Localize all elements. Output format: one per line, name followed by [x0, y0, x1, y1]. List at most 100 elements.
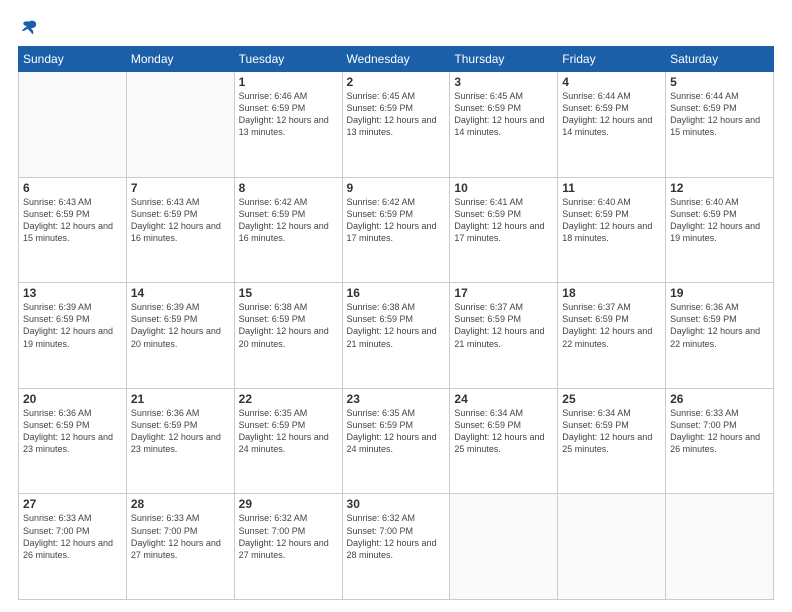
day-info: Sunrise: 6:40 AM Sunset: 6:59 PM Dayligh…	[562, 196, 661, 245]
day-info: Sunrise: 6:34 AM Sunset: 6:59 PM Dayligh…	[454, 407, 553, 456]
calendar-cell: 11Sunrise: 6:40 AM Sunset: 6:59 PM Dayli…	[558, 177, 666, 283]
day-number: 1	[239, 75, 338, 89]
day-number: 23	[347, 392, 446, 406]
day-info: Sunrise: 6:41 AM Sunset: 6:59 PM Dayligh…	[454, 196, 553, 245]
calendar-week-1: 6 Sunrise: 6:43 AM Sunset: 6:59 PM Daylig…	[19, 177, 774, 283]
day-number: 24	[454, 392, 553, 406]
calendar-cell: 16Sunrise: 6:38 AM Sunset: 6:59 PM Dayli…	[342, 283, 450, 389]
day-number: 13	[23, 286, 122, 300]
calendar-cell	[558, 494, 666, 600]
day-number: 16	[347, 286, 446, 300]
logo-bird-icon	[20, 18, 38, 36]
calendar-cell: 30Sunrise: 6:32 AM Sunset: 7:00 PM Dayli…	[342, 494, 450, 600]
day-number: 17	[454, 286, 553, 300]
calendar-cell: 24Sunrise: 6:34 AM Sunset: 6:59 PM Dayli…	[450, 388, 558, 494]
day-number: 20	[23, 392, 122, 406]
calendar-week-4: 27Sunrise: 6:33 AM Sunset: 7:00 PM Dayli…	[19, 494, 774, 600]
day-info: Sunrise: 6:42 AM Sunset: 6:59 PM Dayligh…	[347, 196, 446, 245]
calendar-cell: 28Sunrise: 6:33 AM Sunset: 7:00 PM Dayli…	[126, 494, 234, 600]
day-header-wednesday: Wednesday	[342, 47, 450, 72]
calendar-cell: 23Sunrise: 6:35 AM Sunset: 6:59 PM Dayli…	[342, 388, 450, 494]
day-info: Sunrise: 6:38 AM Sunset: 6:59 PM Dayligh…	[239, 301, 338, 350]
day-info: Sunrise: 6:42 AM Sunset: 6:59 PM Dayligh…	[239, 196, 338, 245]
day-number: 12	[670, 181, 769, 195]
calendar-cell: 1Sunrise: 6:46 AM Sunset: 6:59 PM Daylig…	[234, 72, 342, 178]
day-number: 2	[347, 75, 446, 89]
day-header-friday: Friday	[558, 47, 666, 72]
day-number: 25	[562, 392, 661, 406]
day-header-thursday: Thursday	[450, 47, 558, 72]
logo	[18, 18, 40, 36]
page: SundayMondayTuesdayWednesdayThursdayFrid…	[0, 0, 792, 612]
day-number: 6	[23, 181, 122, 195]
day-info: Sunrise: 6:32 AM Sunset: 7:00 PM Dayligh…	[347, 512, 446, 561]
header	[18, 18, 774, 36]
calendar-cell: 18Sunrise: 6:37 AM Sunset: 6:59 PM Dayli…	[558, 283, 666, 389]
calendar-cell	[19, 72, 127, 178]
day-info: Sunrise: 6:46 AM Sunset: 6:59 PM Dayligh…	[239, 90, 338, 139]
calendar-cell: 29Sunrise: 6:32 AM Sunset: 7:00 PM Dayli…	[234, 494, 342, 600]
day-info: Sunrise: 6:32 AM Sunset: 7:00 PM Dayligh…	[239, 512, 338, 561]
day-number: 10	[454, 181, 553, 195]
day-info: Sunrise: 6:37 AM Sunset: 6:59 PM Dayligh…	[454, 301, 553, 350]
calendar-week-0: 1Sunrise: 6:46 AM Sunset: 6:59 PM Daylig…	[19, 72, 774, 178]
day-info: Sunrise: 6:36 AM Sunset: 6:59 PM Dayligh…	[23, 407, 122, 456]
day-number: 29	[239, 497, 338, 511]
calendar-cell: 27Sunrise: 6:33 AM Sunset: 7:00 PM Dayli…	[19, 494, 127, 600]
day-number: 9	[347, 181, 446, 195]
calendar-cell: 8Sunrise: 6:42 AM Sunset: 6:59 PM Daylig…	[234, 177, 342, 283]
calendar-week-2: 13Sunrise: 6:39 AM Sunset: 6:59 PM Dayli…	[19, 283, 774, 389]
day-number: 26	[670, 392, 769, 406]
calendar-cell	[126, 72, 234, 178]
day-info: Sunrise: 6:39 AM Sunset: 6:59 PM Dayligh…	[23, 301, 122, 350]
day-info: Sunrise: 6:33 AM Sunset: 7:00 PM Dayligh…	[670, 407, 769, 456]
calendar-cell: 9Sunrise: 6:42 AM Sunset: 6:59 PM Daylig…	[342, 177, 450, 283]
calendar-cell: 20Sunrise: 6:36 AM Sunset: 6:59 PM Dayli…	[19, 388, 127, 494]
calendar-header-row: SundayMondayTuesdayWednesdayThursdayFrid…	[19, 47, 774, 72]
calendar-table: SundayMondayTuesdayWednesdayThursdayFrid…	[18, 46, 774, 600]
calendar-cell: 7Sunrise: 6:43 AM Sunset: 6:59 PM Daylig…	[126, 177, 234, 283]
day-info: Sunrise: 6:43 AM Sunset: 6:59 PM Dayligh…	[131, 196, 230, 245]
day-number: 30	[347, 497, 446, 511]
day-header-monday: Monday	[126, 47, 234, 72]
day-number: 5	[670, 75, 769, 89]
day-info: Sunrise: 6:38 AM Sunset: 6:59 PM Dayligh…	[347, 301, 446, 350]
calendar-cell: 5Sunrise: 6:44 AM Sunset: 6:59 PM Daylig…	[666, 72, 774, 178]
calendar-cell: 3Sunrise: 6:45 AM Sunset: 6:59 PM Daylig…	[450, 72, 558, 178]
day-number: 21	[131, 392, 230, 406]
calendar-cell: 21Sunrise: 6:36 AM Sunset: 6:59 PM Dayli…	[126, 388, 234, 494]
calendar-week-3: 20Sunrise: 6:36 AM Sunset: 6:59 PM Dayli…	[19, 388, 774, 494]
calendar-cell: 6Sunrise: 6:43 AM Sunset: 6:59 PM Daylig…	[19, 177, 127, 283]
day-number: 22	[239, 392, 338, 406]
day-number: 18	[562, 286, 661, 300]
day-number: 27	[23, 497, 122, 511]
day-info: Sunrise: 6:36 AM Sunset: 6:59 PM Dayligh…	[131, 407, 230, 456]
calendar-cell: 25Sunrise: 6:34 AM Sunset: 6:59 PM Dayli…	[558, 388, 666, 494]
calendar-cell: 26Sunrise: 6:33 AM Sunset: 7:00 PM Dayli…	[666, 388, 774, 494]
day-info: Sunrise: 6:35 AM Sunset: 6:59 PM Dayligh…	[239, 407, 338, 456]
calendar-cell: 12Sunrise: 6:40 AM Sunset: 6:59 PM Dayli…	[666, 177, 774, 283]
day-number: 11	[562, 181, 661, 195]
day-info: Sunrise: 6:33 AM Sunset: 7:00 PM Dayligh…	[23, 512, 122, 561]
calendar-cell: 14Sunrise: 6:39 AM Sunset: 6:59 PM Dayli…	[126, 283, 234, 389]
calendar-cell: 10Sunrise: 6:41 AM Sunset: 6:59 PM Dayli…	[450, 177, 558, 283]
day-info: Sunrise: 6:44 AM Sunset: 6:59 PM Dayligh…	[670, 90, 769, 139]
day-number: 8	[239, 181, 338, 195]
day-info: Sunrise: 6:39 AM Sunset: 6:59 PM Dayligh…	[131, 301, 230, 350]
day-info: Sunrise: 6:37 AM Sunset: 6:59 PM Dayligh…	[562, 301, 661, 350]
calendar-cell: 15Sunrise: 6:38 AM Sunset: 6:59 PM Dayli…	[234, 283, 342, 389]
day-info: Sunrise: 6:45 AM Sunset: 6:59 PM Dayligh…	[347, 90, 446, 139]
day-number: 15	[239, 286, 338, 300]
day-number: 14	[131, 286, 230, 300]
day-info: Sunrise: 6:35 AM Sunset: 6:59 PM Dayligh…	[347, 407, 446, 456]
day-info: Sunrise: 6:44 AM Sunset: 6:59 PM Dayligh…	[562, 90, 661, 139]
day-info: Sunrise: 6:36 AM Sunset: 6:59 PM Dayligh…	[670, 301, 769, 350]
day-number: 19	[670, 286, 769, 300]
calendar-cell: 19Sunrise: 6:36 AM Sunset: 6:59 PM Dayli…	[666, 283, 774, 389]
day-header-saturday: Saturday	[666, 47, 774, 72]
calendar-cell: 2Sunrise: 6:45 AM Sunset: 6:59 PM Daylig…	[342, 72, 450, 178]
calendar-cell: 13Sunrise: 6:39 AM Sunset: 6:59 PM Dayli…	[19, 283, 127, 389]
day-number: 7	[131, 181, 230, 195]
day-number: 28	[131, 497, 230, 511]
day-info: Sunrise: 6:45 AM Sunset: 6:59 PM Dayligh…	[454, 90, 553, 139]
